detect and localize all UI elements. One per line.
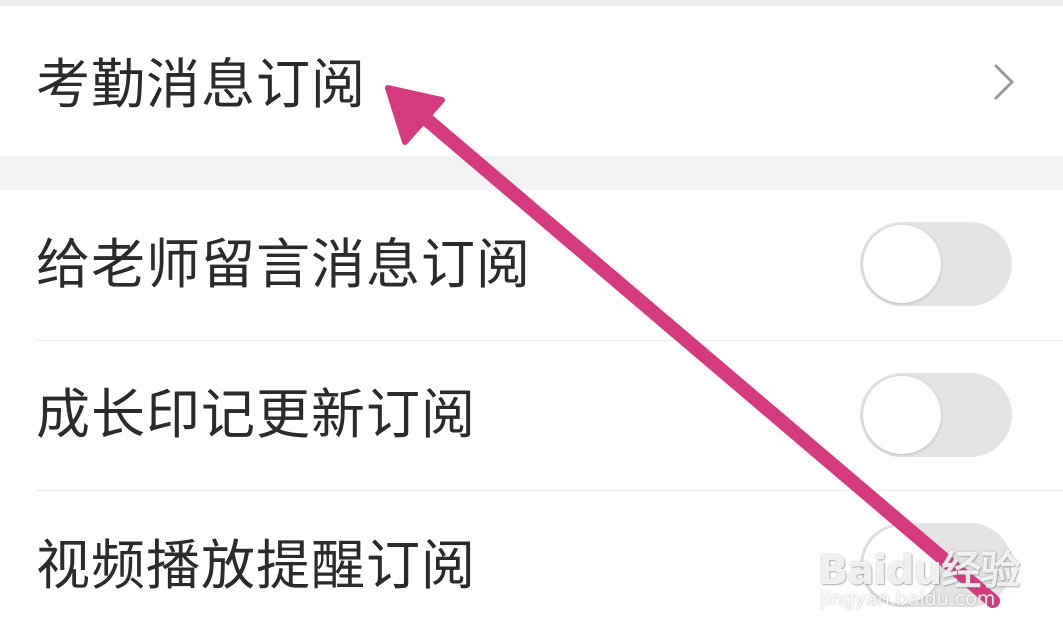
settings-row-label: 考勤消息订阅 bbox=[36, 53, 366, 116]
toggle-knob bbox=[863, 225, 941, 303]
settings-row-video-reminder-subscription: 视频播放提醒订阅 bbox=[0, 491, 1063, 638]
teacher-message-toggle[interactable] bbox=[860, 222, 1012, 306]
settings-row-teacher-message-subscription: 给老师留言消息订阅 bbox=[0, 190, 1063, 340]
settings-row-growth-record-subscription: 成长印记更新订阅 bbox=[0, 341, 1063, 490]
toggle-knob bbox=[863, 376, 941, 454]
settings-row-label: 成长印记更新订阅 bbox=[36, 383, 476, 446]
settings-row-label: 给老师留言消息订阅 bbox=[36, 233, 531, 296]
chevron-right-icon bbox=[994, 64, 1014, 100]
settings-row-attendance-subscription[interactable]: 考勤消息订阅 bbox=[0, 6, 1063, 156]
settings-group-subscriptions: 给老师留言消息订阅 成长印记更新订阅 视频播放提醒订阅 bbox=[0, 190, 1063, 638]
settings-page: 考勤消息订阅 给老师留言消息订阅 成长印记更新订阅 视频播放提醒订阅 Baidu… bbox=[0, 0, 1063, 638]
growth-record-toggle[interactable] bbox=[860, 373, 1012, 457]
toggle-knob bbox=[863, 526, 941, 604]
section-gap bbox=[0, 156, 1063, 190]
video-reminder-toggle[interactable] bbox=[860, 523, 1012, 607]
settings-row-label: 视频播放提醒订阅 bbox=[36, 534, 476, 597]
settings-group-attendance: 考勤消息订阅 bbox=[0, 6, 1063, 156]
